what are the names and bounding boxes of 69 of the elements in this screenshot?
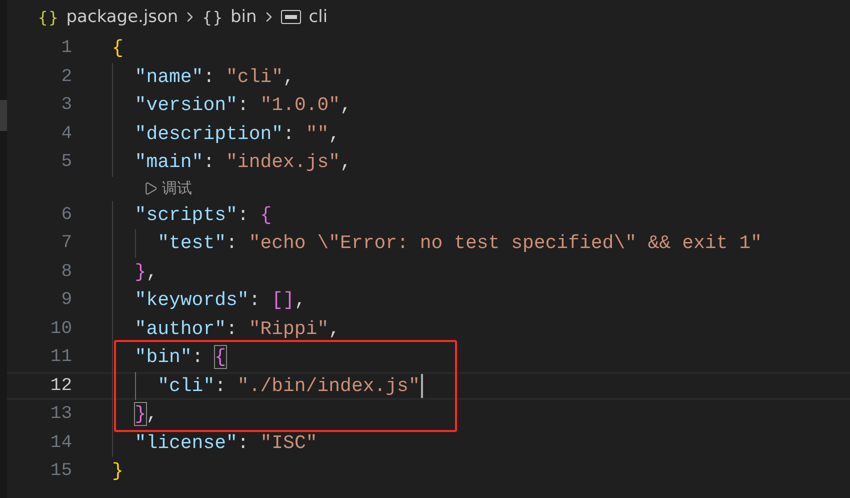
code-token: : xyxy=(226,232,238,254)
code-token: : xyxy=(192,346,204,368)
code-token: "cli" xyxy=(158,374,215,397)
code-token: "test" xyxy=(158,232,226,254)
code-token: "main" xyxy=(134,151,204,174)
code-token: "author" xyxy=(134,318,226,340)
line-number: 2 xyxy=(60,66,72,87)
code-token: "./bin/index.js" xyxy=(237,374,420,397)
code-token: : xyxy=(237,94,250,116)
line-number: 3 xyxy=(60,95,72,116)
code-token: , xyxy=(294,289,306,312)
code-token: : xyxy=(237,432,250,454)
line-number: 15 xyxy=(49,461,72,482)
code-token: : xyxy=(214,374,228,397)
code-token: "echo \"Error: no test specified\" && exit 1" xyxy=(248,232,762,254)
line-number: 6 xyxy=(60,204,72,225)
code-token: , xyxy=(283,66,294,88)
debug-link[interactable]: 调试 xyxy=(162,179,192,198)
line-number: 14 xyxy=(49,432,72,453)
line-number: 5 xyxy=(60,152,72,172)
code-token: "bin" xyxy=(134,346,192,368)
line-number: 11 xyxy=(49,347,72,368)
code-token: : xyxy=(237,204,250,226)
code-token: : xyxy=(203,151,216,174)
code-token: : xyxy=(226,318,238,340)
braces-icon: {} xyxy=(38,8,60,26)
code-token: "1.0.0" xyxy=(260,94,340,116)
code-token: } xyxy=(134,403,146,426)
code-token: "cli" xyxy=(226,66,284,88)
code-token: "keywords" xyxy=(134,289,249,312)
code-token: "index.js" xyxy=(226,151,340,174)
breadcrumb-item[interactable]: package.json xyxy=(66,7,178,27)
line-number: 8 xyxy=(60,262,72,282)
code-token: , xyxy=(146,403,158,426)
code-token: "name" xyxy=(134,66,204,88)
code-token: "license" xyxy=(134,432,238,454)
string-icon xyxy=(280,10,301,24)
line-number: 9 xyxy=(60,290,72,310)
play-icon xyxy=(143,181,158,196)
code-token: "" xyxy=(306,122,329,145)
line-number: 10 xyxy=(49,318,72,339)
breadcrumb-item[interactable]: bin xyxy=(230,7,257,27)
scrollbar-thumb[interactable] xyxy=(0,100,7,131)
code-token: : xyxy=(283,122,296,145)
code-token: , xyxy=(328,318,340,340)
code-token: "description" xyxy=(134,122,284,145)
code-token: { xyxy=(214,346,226,368)
line-number: 4 xyxy=(60,124,72,144)
code-token: : xyxy=(203,66,216,88)
code-token: , xyxy=(146,260,158,283)
code-token: "version" xyxy=(134,94,238,116)
code-token: { xyxy=(260,204,272,226)
line-number: 12 xyxy=(49,376,72,396)
line-number: 7 xyxy=(60,233,72,254)
code-token: , xyxy=(340,94,352,116)
code-token: : xyxy=(248,289,262,312)
code-token: { xyxy=(112,37,124,60)
code-token: } xyxy=(134,260,146,283)
braces-icon: {} xyxy=(202,8,224,26)
code-token: "scripts" xyxy=(134,204,238,226)
code-token: , xyxy=(340,151,352,174)
line-number: 1 xyxy=(60,38,72,58)
code-token: "ISC" xyxy=(260,432,318,454)
code-token: } xyxy=(112,460,124,482)
code-token: , xyxy=(328,122,340,145)
line-number: 13 xyxy=(49,404,72,424)
breadcrumb-item[interactable]: cli xyxy=(308,7,328,27)
code-token: "Rippi" xyxy=(248,318,329,340)
code-token: [] xyxy=(272,289,294,312)
